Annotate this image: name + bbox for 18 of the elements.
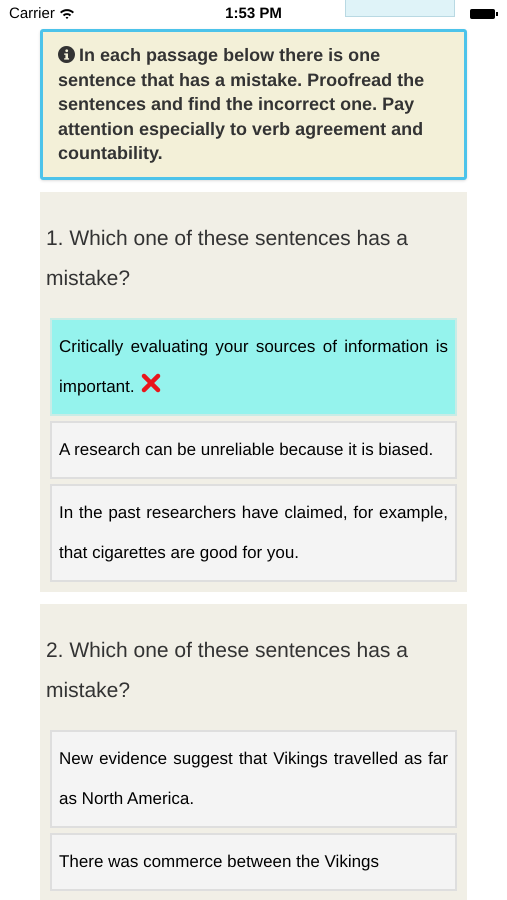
clock-time: 1:53 PM [225, 4, 282, 24]
wifi-icon [58, 8, 75, 20]
option-text: There was commerce between the Vikings [59, 852, 380, 870]
answer-option[interactable]: A research can be unreliable because it is biased. [50, 420, 457, 478]
option-text: A research can be unreliable because it is biased. [59, 440, 434, 458]
battery-icon [470, 8, 498, 20]
answer-option[interactable]: Critically evaluating your sources of information is important. [50, 318, 457, 416]
instructions-text: In each passage below there is one sentence that has a mistake. Proofread the sentences and find the incorrect one. Pay attention especially to verb agreement and countability. [58, 44, 426, 165]
option-text: New evidence suggest that Vikings travelled as far as North America. [59, 748, 448, 808]
carrier-label: Carrier [9, 4, 55, 24]
answer-option[interactable]: There was commerce between the Vikings [50, 832, 457, 890]
answer-option[interactable]: In the past researchers have claimed, for example, that cigarettes are good for you. [50, 484, 457, 582]
option-text: Critically evaluating your sources of information is important. [59, 336, 448, 396]
question-prompt: 1. Which one of these sentences has a mistake? [46, 226, 409, 292]
question-prompt: 2. Which one of these sentences has a mistake? [46, 638, 409, 704]
info-icon [58, 46, 75, 63]
option-text: In the past researchers have claimed, for example, that cigarettes are good for you. [59, 502, 448, 562]
answer-option[interactable]: New evidence suggest that Vikings travelled as far as North America. [50, 730, 457, 828]
